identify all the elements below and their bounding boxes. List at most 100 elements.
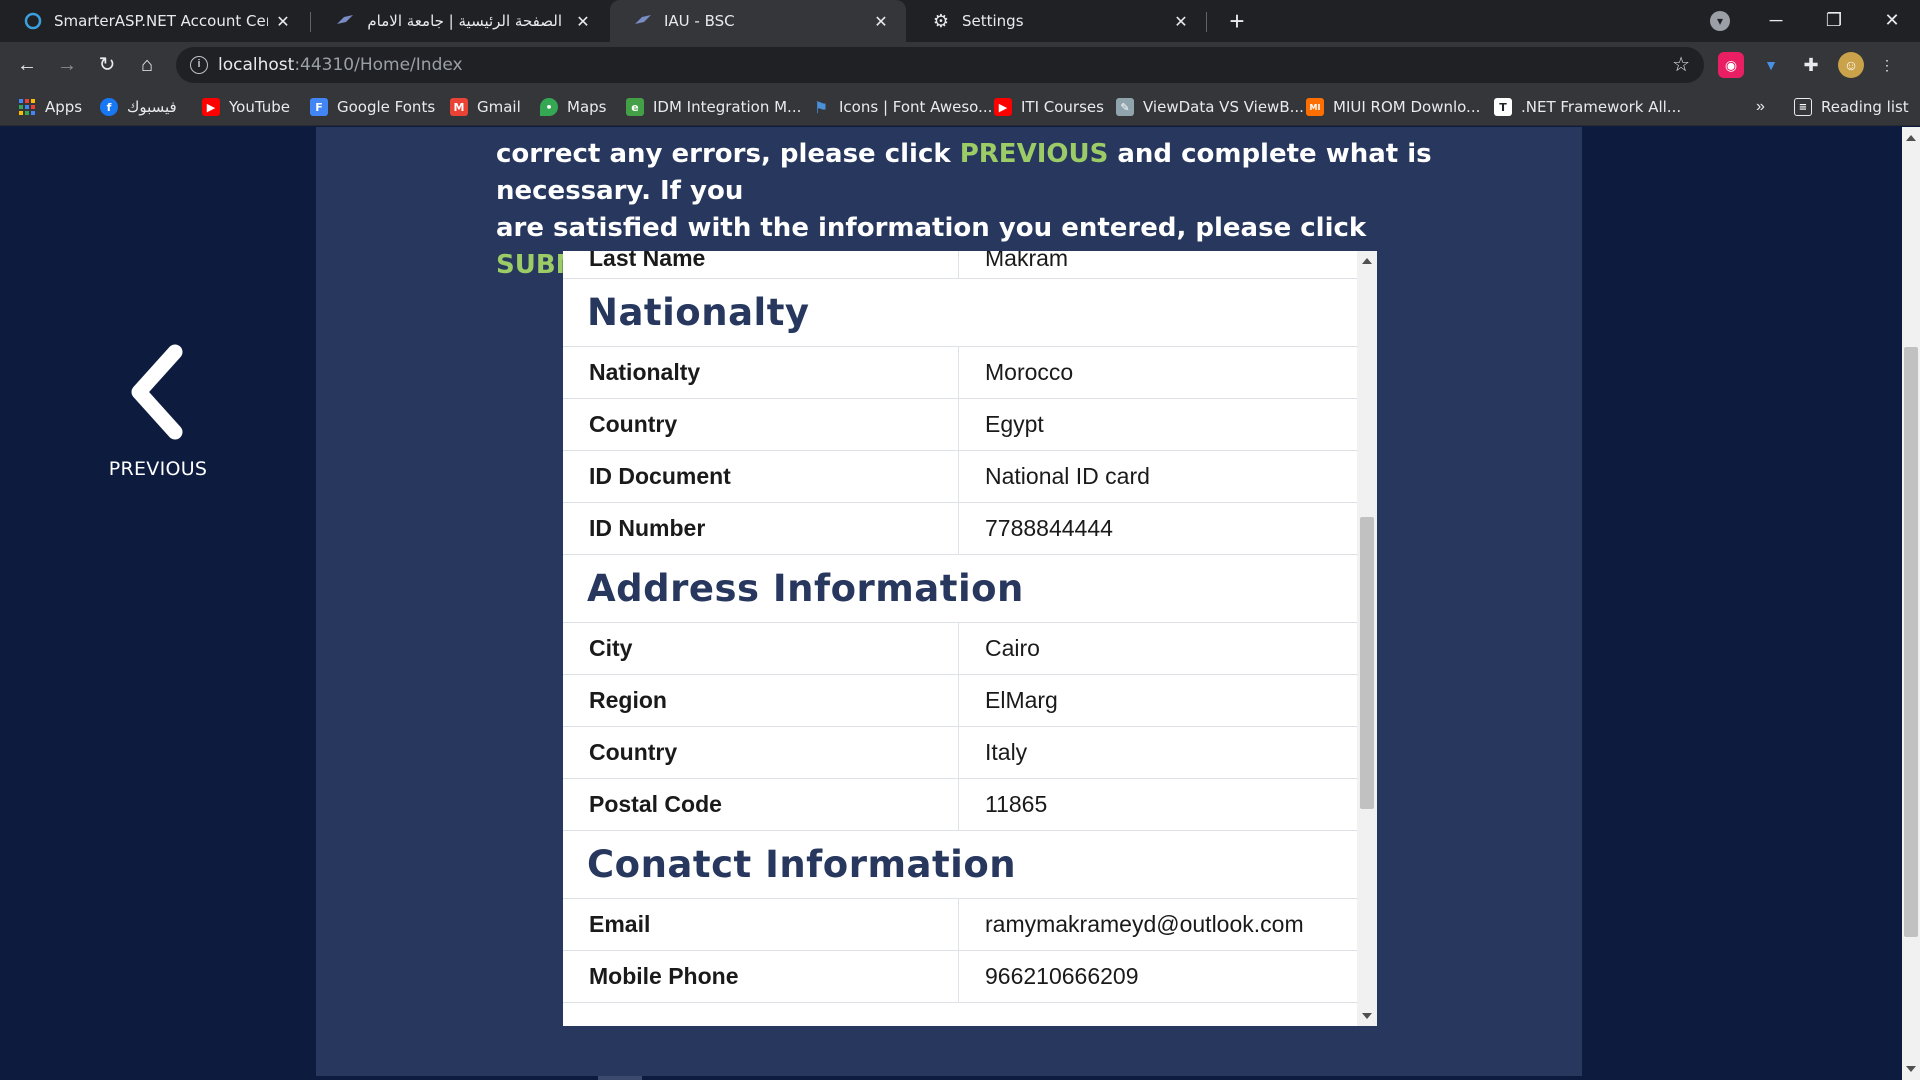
section-heading: Address Information: [563, 555, 1357, 623]
tab-title: الصفحة الرئيسية | جامعة الامام عبد: [366, 12, 562, 30]
site-info-icon[interactable]: i: [190, 56, 208, 74]
row-key: Email: [563, 899, 959, 950]
table-scrollbar[interactable]: [1357, 251, 1377, 1026]
maps-pin-icon: •: [540, 98, 558, 116]
bookmark-idm[interactable]: e IDM Integration M...: [626, 88, 801, 126]
row-key: ID Document: [563, 451, 959, 502]
close-icon[interactable]: ✕: [866, 12, 896, 31]
table-scroll-thumb[interactable]: [1360, 517, 1374, 809]
previous-button[interactable]: PREVIOUS: [90, 342, 226, 480]
bookmark-gmail[interactable]: M Gmail: [450, 88, 521, 126]
row-value: Cairo: [985, 635, 1040, 661]
tab-smarterasp[interactable]: SmarterASP.NET Account Center ✕: [0, 0, 308, 42]
table-row: ID Document National ID card: [563, 451, 1357, 503]
tab-title: Settings: [962, 12, 1024, 30]
close-icon[interactable]: ✕: [268, 12, 298, 31]
bookmark-label: ITI Courses: [1021, 98, 1104, 116]
row-value: Morocco: [985, 359, 1074, 385]
avatar[interactable]: ☺: [1838, 52, 1864, 78]
scroll-down-icon[interactable]: [1906, 1066, 1916, 1072]
home-icon[interactable]: ⌂: [132, 50, 162, 80]
idm-icon: e: [626, 98, 644, 116]
bookmark-dotnet[interactable]: T .NET Framework All...: [1494, 88, 1681, 126]
gmail-icon: M: [450, 98, 468, 116]
extension-camera-icon[interactable]: ◉: [1718, 52, 1744, 78]
tab-settings[interactable]: ⚙ Settings ✕: [908, 0, 1206, 42]
reading-list-button[interactable]: ≡ Reading list: [1794, 88, 1909, 126]
tab-title: IAU - BSC: [664, 12, 735, 30]
tab-university[interactable]: الصفحة الرئيسية | جامعة الامام عبد ✕: [312, 0, 608, 42]
table-row: Email ramymakrameyd@outlook.com: [563, 899, 1357, 951]
bookmarks-overflow-button[interactable]: »: [1756, 98, 1765, 116]
forward-arrow-icon[interactable]: →: [52, 50, 82, 80]
youtube-icon: ▶: [202, 98, 220, 116]
page-icon: ✎: [1116, 98, 1134, 116]
reload-icon[interactable]: ↻: [92, 50, 122, 80]
back-arrow-icon[interactable]: ←: [12, 50, 42, 80]
horizontal-scrollbar[interactable]: [0, 1076, 1902, 1080]
summary-table: Last Name Makram Nationalty Nationalty Mo…: [563, 251, 1357, 1003]
bookmark-viewdata[interactable]: ✎ ViewData VS ViewB...: [1116, 88, 1304, 126]
bookmark-label: ViewData VS ViewB...: [1143, 98, 1304, 116]
scroll-up-icon[interactable]: [1906, 135, 1916, 141]
table-row: Last Name Makram: [563, 251, 1357, 279]
minimize-button[interactable]: ─: [1748, 0, 1804, 42]
clipped-line: [496, 127, 1456, 136]
youtube-icon: ▶: [994, 98, 1012, 116]
row-value: 7788844444: [985, 515, 1113, 541]
tab-title: SmarterASP.NET Account Center: [54, 12, 268, 30]
bookmark-label: MIUI ROM Downlo...: [1333, 98, 1481, 116]
bookmark-iti-courses[interactable]: ▶ ITI Courses: [994, 88, 1104, 126]
extension-shield-icon[interactable]: ▼: [1758, 52, 1784, 78]
bookmark-youtube[interactable]: ▶ YouTube: [202, 88, 290, 126]
address-url[interactable]: localhost:44310/Home/Index: [218, 55, 463, 75]
close-icon[interactable]: ✕: [1166, 12, 1196, 31]
page-scrollbar[interactable]: [1902, 127, 1920, 1080]
restore-button[interactable]: ❐: [1806, 0, 1862, 42]
university-icon: [634, 12, 652, 30]
row-value: Makram: [985, 251, 1069, 271]
extensions-puzzle-icon[interactable]: ✚: [1798, 52, 1824, 78]
table-row: City Cairo: [563, 623, 1357, 675]
bookmark-font-awesome[interactable]: ⚑ Icons | Font Aweso...: [812, 88, 993, 126]
window-close-button[interactable]: ✕: [1864, 0, 1920, 42]
facebook-icon: f: [100, 98, 118, 116]
table-row: Region ElMarg: [563, 675, 1357, 727]
row-value: 11865: [985, 791, 1048, 817]
tab-iau-bsc[interactable]: IAU - BSC ✕: [610, 0, 906, 42]
miui-icon: MI: [1306, 98, 1324, 116]
bookmark-maps[interactable]: • Maps: [540, 88, 606, 126]
menu-dots-icon[interactable]: ⋮: [1880, 52, 1894, 78]
reading-list-icon: ≡: [1794, 98, 1812, 116]
summary-table-container[interactable]: Last Name Makram Nationalty Nationalty Mo…: [563, 251, 1377, 1026]
row-key: Nationalty: [563, 347, 959, 398]
section-heading: Conatct Information: [563, 831, 1357, 899]
dotnet-icon: T: [1494, 98, 1512, 116]
address-bar[interactable]: i localhost:44310/Home/Index ☆: [176, 47, 1704, 83]
tab-divider: [1206, 12, 1207, 32]
bookmark-star-icon[interactable]: ☆: [1672, 52, 1690, 77]
bookmark-miui[interactable]: MI MIUI ROM Downlo...: [1306, 88, 1480, 126]
tab-strip: SmarterASP.NET Account Center ✕ الصفحة ا…: [0, 0, 1920, 42]
reading-list-label: Reading list: [1821, 98, 1909, 116]
page-scroll-thumb[interactable]: [1904, 347, 1918, 937]
row-key: Region: [563, 675, 959, 726]
horizontal-scroll-thumb[interactable]: [598, 1076, 642, 1080]
instructions-line-1: correct any errors, please click PREVIOU…: [496, 139, 1432, 206]
scroll-up-icon[interactable]: [1362, 258, 1372, 264]
close-icon[interactable]: ✕: [568, 12, 598, 31]
row-value: ElMarg: [985, 687, 1058, 713]
bookmark-google-fonts[interactable]: F Google Fonts: [310, 88, 435, 126]
university-icon: [336, 12, 354, 30]
apps-grid-icon: [18, 98, 36, 116]
scroll-down-icon[interactable]: [1362, 1013, 1372, 1019]
new-tab-button[interactable]: +: [1220, 4, 1254, 38]
page-viewport: correct any errors, please click PREVIOU…: [0, 127, 1902, 1080]
chevron-left-icon: [131, 344, 183, 440]
bookmark-label: Maps: [567, 98, 607, 116]
bookmark-apps[interactable]: Apps: [18, 88, 82, 126]
bookmark-label: Apps: [45, 98, 83, 116]
row-key: City: [563, 623, 959, 674]
tab-search-icon[interactable]: ▾: [1710, 11, 1730, 31]
bookmark-facebook[interactable]: f فيسبوك: [100, 88, 177, 126]
